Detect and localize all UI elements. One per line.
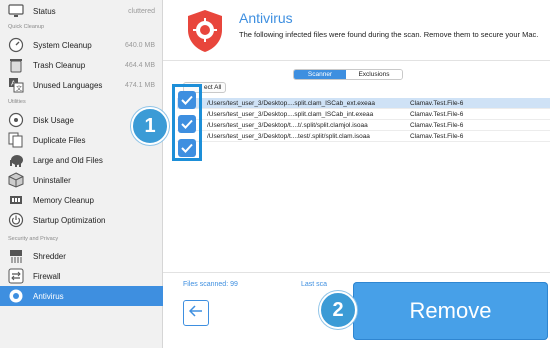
- last-scan-label: Last sca: [301, 281, 328, 288]
- sidebar-item-label: Firewall: [33, 271, 61, 281]
- file-path: /Users/test_user_3/Desktop/t....test/.sp…: [207, 132, 370, 140]
- gauge-icon: [7, 36, 25, 54]
- footer-divider: [163, 272, 550, 273]
- table-row[interactable]: /Users/test_user_3/Desktop/t....t/.split…: [177, 120, 550, 131]
- sidebar-item-label: Status: [33, 6, 56, 16]
- table-row[interactable]: /Users/test_user_3/Desktop....split.clam…: [177, 109, 550, 120]
- sidebar-item-large-old-files[interactable]: Large and Old Files: [0, 150, 163, 170]
- sidebar-item-label: Trash Cleanup: [33, 60, 86, 70]
- back-button[interactable]: [183, 300, 209, 326]
- file-path: /Users/test_user_3/Desktop....split.clam…: [207, 99, 375, 107]
- main-panel: Antivirus The following infected files w…: [163, 0, 550, 348]
- sidebar-item-label: Large and Old Files: [33, 155, 103, 165]
- sidebar-item-system-cleanup[interactable]: System Cleanup 640.0 MB: [0, 35, 163, 55]
- sidebar-item-trash-cleanup[interactable]: Trash Cleanup 464.4 MB: [0, 55, 163, 75]
- sidebar-item-label: Startup Optimization: [33, 215, 106, 225]
- sidebar: Status cluttered Quick Cleanup System Cl…: [0, 0, 163, 348]
- remove-button[interactable]: Remove: [353, 282, 548, 340]
- monitor-icon: [7, 2, 25, 20]
- checkmark-icon: [181, 95, 193, 105]
- sidebar-item-label: Uninstaller: [33, 175, 71, 185]
- sidebar-item-label: Shredder: [33, 251, 66, 261]
- checkmark-icon: [181, 119, 193, 129]
- size-value: 640.0 MB: [125, 41, 155, 49]
- box-icon: [7, 171, 25, 189]
- file-path: /Users/test_user_3/Desktop....split.clam…: [207, 110, 374, 118]
- file-path: /Users/test_user_3/Desktop/t....t/.split…: [207, 121, 368, 129]
- threat-name: Clamav.Test.File-6: [410, 110, 464, 118]
- table-row[interactable]: /Users/test_user_3/Desktop/t....test/.sp…: [177, 131, 550, 142]
- file-checkbox[interactable]: [178, 115, 196, 133]
- sidebar-item-startup-optimization[interactable]: Startup Optimization: [0, 210, 163, 230]
- file-checkbox[interactable]: [178, 91, 196, 109]
- sidebar-item-firewall[interactable]: Firewall: [0, 266, 163, 286]
- shield-bug-icon: [7, 287, 25, 305]
- sidebar-item-label: Unused Languages: [33, 80, 103, 90]
- arrow-left-icon: [188, 304, 203, 322]
- memory-chip-icon: [7, 191, 25, 209]
- sidebar-item-uninstaller[interactable]: Uninstaller: [0, 170, 163, 190]
- page-title: Antivirus: [239, 10, 293, 26]
- infected-files-list: /Users/test_user_3/Desktop....split.clam…: [177, 98, 550, 142]
- size-value: 464.4 MB: [125, 61, 155, 69]
- language-icon: A文: [7, 76, 25, 94]
- status-value: cluttered: [128, 7, 155, 15]
- table-row[interactable]: /Users/test_user_3/Desktop....split.clam…: [177, 98, 550, 109]
- sidebar-item-status[interactable]: Status cluttered: [0, 1, 163, 21]
- threat-name: Clamav.Test.File-6: [410, 99, 464, 107]
- elephant-icon: [7, 151, 25, 169]
- step-badge-2: 2: [319, 291, 357, 329]
- power-icon: [7, 211, 25, 229]
- sidebar-item-label: Memory Cleanup: [33, 195, 94, 205]
- files-scanned-count: Files scanned: 99: [183, 281, 238, 288]
- sidebar-item-label: Antivirus: [33, 291, 64, 301]
- section-label-utilities: Utilities: [8, 99, 26, 105]
- tab-exclusions[interactable]: Exclusions: [346, 70, 402, 79]
- sidebar-item-memory-cleanup[interactable]: Memory Cleanup: [0, 190, 163, 210]
- sidebar-item-shredder[interactable]: Shredder: [0, 246, 163, 266]
- checkmark-icon: [181, 143, 193, 153]
- file-checkbox[interactable]: [178, 139, 196, 157]
- disk-icon: [7, 111, 25, 129]
- shredder-icon: [7, 247, 25, 265]
- antivirus-shield-icon: [185, 8, 225, 59]
- section-label-security: Security and Privacy: [8, 236, 59, 242]
- firewall-icon: [7, 267, 25, 285]
- page-subtitle: The following infected files were found …: [239, 30, 539, 39]
- tab-switcher: Scanner Exclusions: [293, 69, 403, 80]
- duplicate-files-icon: [7, 131, 25, 149]
- section-label-quick-cleanup: Quick Cleanup: [8, 24, 45, 30]
- divider: [163, 60, 550, 61]
- svg-text:文: 文: [16, 85, 22, 93]
- threat-name: Clamav.Test.File-6: [410, 121, 464, 129]
- size-value: 474.1 MB: [125, 81, 155, 89]
- tab-scanner[interactable]: Scanner: [294, 70, 346, 79]
- sidebar-item-unused-languages[interactable]: A文 Unused Languages 474.1 MB: [0, 75, 163, 95]
- sidebar-item-antivirus[interactable]: Antivirus: [0, 286, 163, 306]
- trash-icon: [7, 56, 25, 74]
- threat-name: Clamav.Test.File-6: [410, 132, 464, 140]
- step-badge-1: 1: [131, 107, 169, 145]
- sidebar-item-label: System Cleanup: [33, 40, 92, 50]
